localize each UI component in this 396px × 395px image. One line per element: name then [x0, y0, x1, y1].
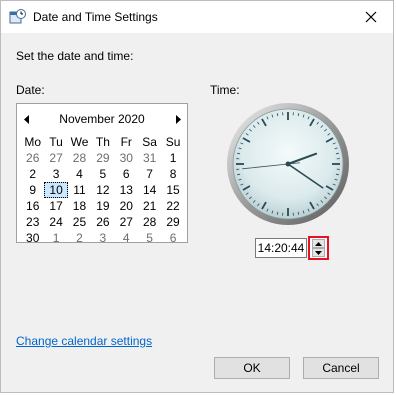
calendar-day[interactable]: 8: [161, 166, 184, 182]
calendar-day[interactable]: 24: [44, 214, 67, 230]
calendar-day[interactable]: 13: [115, 182, 138, 198]
calendar-day[interactable]: 20: [115, 198, 138, 214]
analog-clock: [227, 103, 349, 225]
spin-up-button[interactable]: [312, 239, 325, 248]
time-value[interactable]: 14:20:44: [258, 241, 305, 255]
day-of-week-header: Fr: [120, 135, 132, 149]
day-of-week-header: Mo: [24, 135, 42, 149]
month-calendar[interactable]: November 2020 Mo Tu We Th Fr Sa Su 26 27 28 29 30 3…: [16, 103, 188, 246]
calendar-day[interactable]: 27: [44, 150, 67, 166]
calendar-day[interactable]: 15: [161, 182, 184, 198]
calendar-day[interactable]: 19: [91, 198, 114, 214]
close-button[interactable]: [349, 1, 393, 33]
day-of-week-header: Th: [95, 135, 110, 149]
day-of-week-header: Su: [165, 135, 181, 149]
calendar-day[interactable]: 26: [91, 214, 114, 230]
calendar-day[interactable]: 5: [138, 230, 161, 246]
calendar-day[interactable]: 1: [161, 150, 184, 166]
close-icon: [365, 11, 377, 23]
calendar-day[interactable]: 25: [68, 214, 91, 230]
calendar-week-row: 26 27 28 29 30 31 1: [21, 150, 185, 166]
calendar-day[interactable]: 5: [91, 166, 114, 182]
calendar-day[interactable]: 2: [68, 230, 91, 246]
calendar-day[interactable]: 12: [91, 182, 114, 198]
calendar-day[interactable]: 23: [21, 214, 44, 230]
calendar-day[interactable]: 4: [115, 230, 138, 246]
date-time-dialog: Date and Time Settings Set the date and …: [0, 0, 394, 393]
calendar-day[interactable]: 30: [115, 150, 138, 166]
calendar-day[interactable]: 6: [161, 230, 184, 246]
calendar-day[interactable]: 27: [115, 214, 138, 230]
calendar-day[interactable]: 29: [91, 150, 114, 166]
calendar-weeks: 26 27 28 29 30 31 1 2 3 4 5 6 7 8 9 10 11 12 13 14 15 16 17 18 1…: [21, 150, 185, 246]
calendar-day[interactable]: 14: [138, 182, 161, 198]
cancel-button[interactable]: Cancel: [303, 357, 379, 379]
calendar-day[interactable]: 21: [138, 198, 161, 214]
calendar-week-row: 16 17 18 19 20 21 22: [21, 198, 185, 214]
calendar-day[interactable]: 26: [21, 150, 44, 166]
time-label: Time:: [210, 83, 240, 97]
calendar-day[interactable]: 4: [68, 166, 91, 182]
calendar-week-row: 2345678: [21, 166, 185, 182]
calendar-day[interactable]: 22: [161, 198, 184, 214]
calendar-day[interactable]: 11: [68, 182, 91, 198]
ok-button[interactable]: OK: [214, 357, 290, 379]
window-title: Date and Time Settings: [33, 10, 158, 24]
calendar-day[interactable]: 18: [68, 198, 91, 214]
calendar-day[interactable]: 28: [138, 214, 161, 230]
calendar-day[interactable]: 3: [91, 230, 114, 246]
calendar-week-row: 9 10 11 12 13 14 15: [21, 182, 185, 198]
date-label: Date:: [16, 83, 45, 97]
change-calendar-settings-link[interactable]: Change calendar settings: [16, 334, 152, 348]
clock-calendar-icon: [9, 9, 26, 25]
day-of-week-header: We: [70, 135, 89, 149]
calendar-day[interactable]: 17: [44, 198, 67, 214]
calendar-day[interactable]: 2: [21, 166, 44, 182]
spin-up-icon: [315, 241, 322, 246]
day-of-week-header: Tu: [49, 135, 63, 149]
time-field[interactable]: 14:20:44: [255, 238, 307, 258]
instruction-text: Set the date and time:: [16, 49, 134, 63]
calendar-day[interactable]: 29: [161, 214, 184, 230]
calendar-week-row: 30 1 2 3 4 5 6: [21, 230, 185, 246]
calendar-header: November 2020: [17, 110, 187, 126]
calendar-day[interactable]: 31: [138, 150, 161, 166]
calendar-day-selected[interactable]: 10: [44, 182, 68, 198]
spin-down-icon: [315, 250, 322, 255]
calendar-day[interactable]: 30: [21, 230, 44, 246]
calendar-month-title[interactable]: November 2020: [17, 112, 187, 126]
clock-center: [285, 161, 291, 167]
title-bar: Date and Time Settings: [1, 1, 393, 33]
time-spinner[interactable]: [308, 236, 329, 260]
calendar-day[interactable]: 9: [21, 182, 44, 198]
triangle-right-icon[interactable]: [175, 113, 181, 127]
calendar-day[interactable]: 16: [21, 198, 44, 214]
calendar-grid: Mo Tu We Th Fr Sa Su 26 27 28 29 30 31 1 2 3 4 5 6 7 8 9 10 11…: [21, 134, 185, 246]
calendar-day[interactable]: 7: [138, 166, 161, 182]
day-of-week-row: Mo Tu We Th Fr Sa Su: [21, 134, 185, 150]
calendar-day[interactable]: 28: [68, 150, 91, 166]
calendar-week-row: 23 24 25 26 27 28 29: [21, 214, 185, 230]
day-of-week-header: Sa: [142, 135, 157, 149]
calendar-day[interactable]: 6: [115, 166, 138, 182]
calendar-day[interactable]: 1: [44, 230, 67, 246]
calendar-day[interactable]: 3: [44, 166, 67, 182]
spin-down-button[interactable]: [312, 248, 325, 257]
